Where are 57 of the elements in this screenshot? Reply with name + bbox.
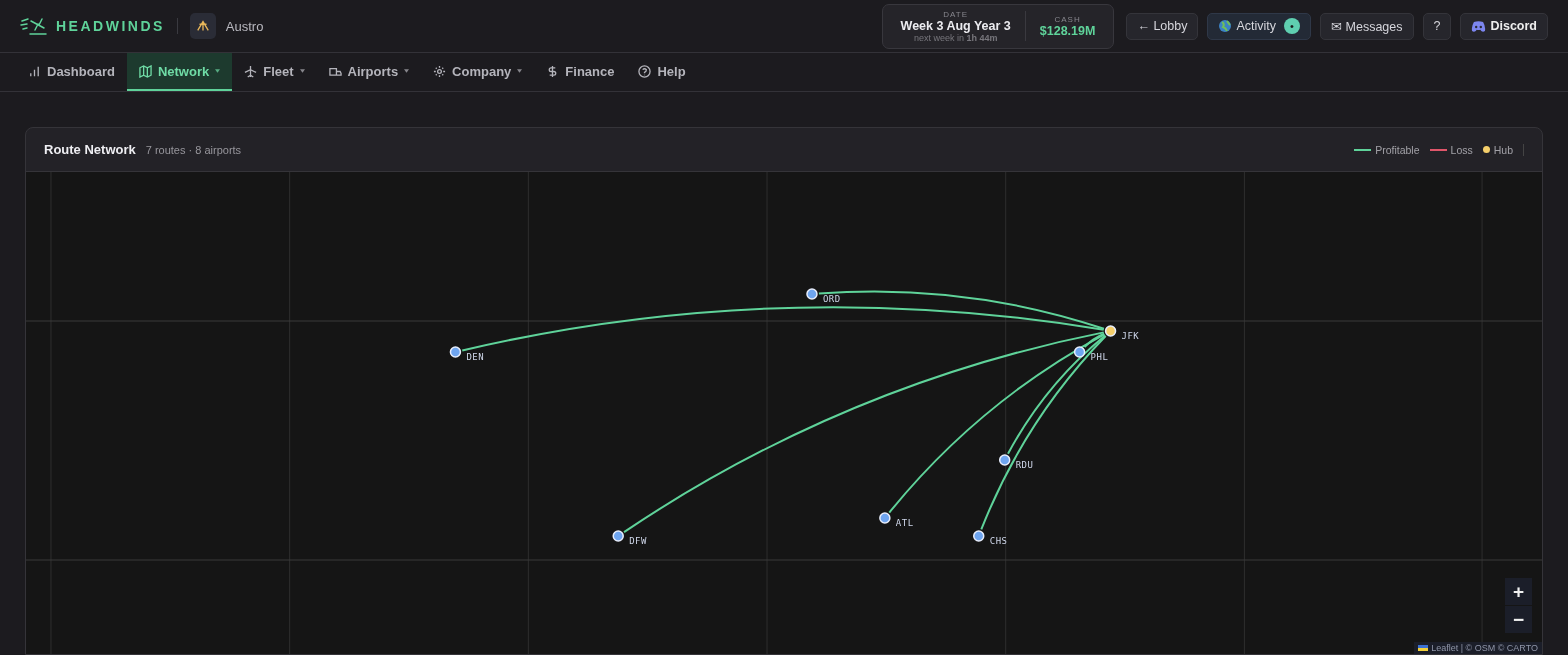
legend-label: Loss — [1450, 143, 1473, 156]
legend-label: Profitable — [1375, 143, 1420, 156]
discord-button[interactable]: Discord — [1460, 12, 1548, 40]
brand-name: HEADWINDS — [56, 18, 165, 34]
header-button[interactable]: ? — [1422, 12, 1452, 40]
airline-name: Austro — [225, 18, 264, 34]
nav-tab[interactable]: Airports — [316, 53, 422, 91]
route-line[interactable] — [888, 333, 1106, 514]
route-line[interactable] — [1083, 332, 1106, 348]
airport-marker[interactable] — [998, 454, 1011, 466]
route-line[interactable] — [1007, 334, 1107, 455]
game-date: Week 3 Aug Year 3 — [900, 18, 1011, 33]
nav-tab[interactable]: Finance — [534, 53, 627, 91]
airport-code: ATL — [895, 518, 914, 528]
airport-code: PHL — [1090, 352, 1109, 362]
nav-tab[interactable]: Help — [626, 53, 698, 91]
route-summary: 7 routes · 8 airports — [145, 143, 242, 156]
route-line[interactable] — [980, 335, 1107, 531]
cash-amount: $128.19M — [1039, 23, 1096, 38]
zoom-out-button[interactable]: − — [1505, 606, 1532, 633]
airport-code: CHS — [989, 536, 1008, 546]
help-icon — [638, 64, 652, 78]
discord-icon — [1471, 20, 1487, 32]
airport-marker[interactable] — [449, 346, 462, 358]
gear-icon — [433, 64, 447, 78]
date-label: DATE — [943, 9, 969, 19]
airport-code: DEN — [466, 352, 485, 362]
bar-chart-icon — [28, 64, 41, 78]
nav-tab[interactable]: Dashboard — [16, 53, 127, 91]
airport-marker[interactable] — [806, 288, 818, 300]
airport-marker[interactable] — [879, 512, 891, 524]
route-line[interactable] — [817, 290, 1105, 330]
nav-tab[interactable]: Company — [421, 53, 535, 91]
airport-marker[interactable] — [612, 530, 624, 542]
airport-marker[interactable] — [973, 530, 985, 542]
flag-icon — [1418, 645, 1429, 651]
airport-code: ORD — [822, 294, 841, 304]
zoom-in-button[interactable]: + — [1505, 578, 1532, 605]
header-button[interactable]: ← Lobby — [1126, 12, 1199, 40]
header-button[interactable]: ✉ Messages — [1320, 12, 1414, 40]
nav-tab[interactable]: Network — [126, 53, 233, 91]
map-icon — [138, 64, 152, 78]
airport-code: DFW — [629, 536, 647, 546]
activity-button[interactable]: Activity • — [1207, 12, 1312, 40]
airport-marker[interactable] — [1073, 346, 1086, 358]
legend-label: Hub — [1493, 143, 1513, 156]
panel-title: Route Network — [44, 142, 136, 157]
activity-badge: • — [1284, 18, 1301, 34]
hub-marker[interactable] — [1104, 325, 1117, 337]
route-line[interactable] — [461, 306, 1105, 352]
globe-icon — [1218, 19, 1233, 33]
airline-logo-icon — [189, 13, 216, 39]
plane-icon — [244, 64, 258, 78]
airport-code: JFK — [1121, 331, 1140, 341]
airport-code: RDU — [1015, 460, 1034, 470]
cash-label: CASH — [1054, 14, 1081, 24]
nav-tab[interactable]: Fleet — [232, 53, 317, 91]
